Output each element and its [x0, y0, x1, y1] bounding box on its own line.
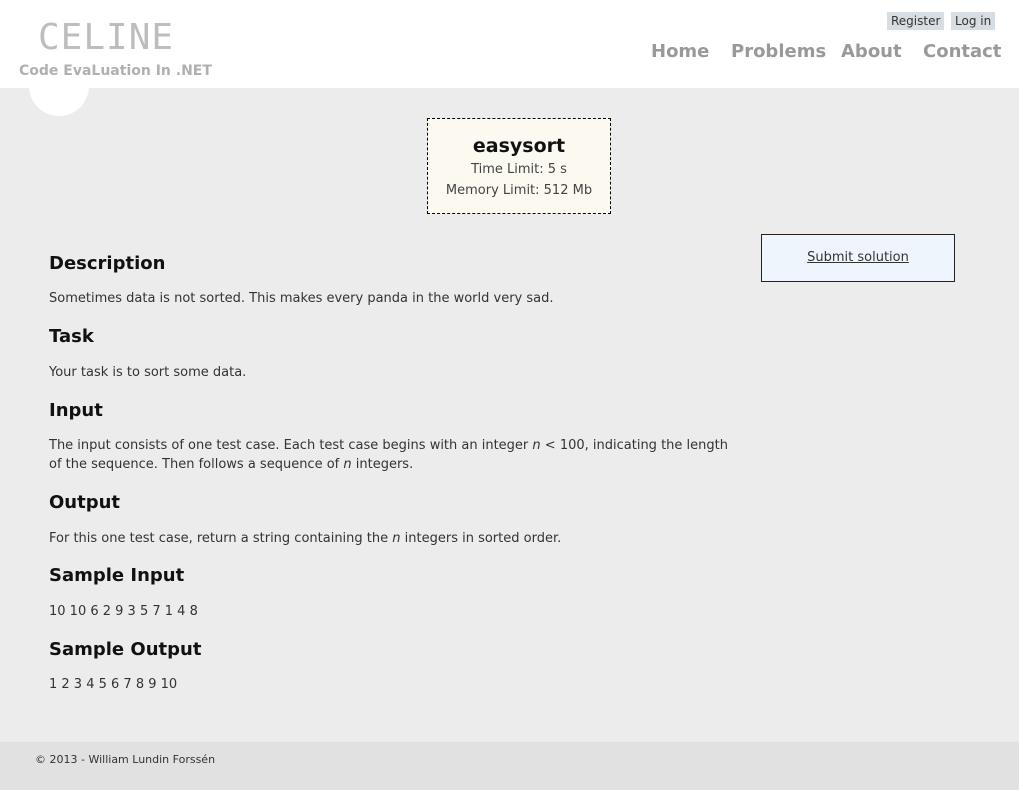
site-logo-title[interactable]: CELINE	[38, 16, 174, 60]
copyright-text: © 2013 - William Lundin Forssén	[35, 753, 216, 766]
memory-limit: Memory Limit: 512 Mb	[445, 183, 593, 198]
site-header: CELINE Code EvaLuation In .NET Register …	[0, 0, 1019, 116]
input-heading: Input	[49, 400, 103, 421]
variable-n: n	[532, 438, 541, 453]
submit-panel: Submit solution	[761, 234, 955, 282]
nav-home[interactable]: Home	[651, 40, 709, 64]
task-text: Your task is to sort some data.	[49, 365, 247, 380]
input-text: The input consists of one test case. Eac…	[49, 438, 728, 472]
variable-n: n	[392, 531, 401, 546]
sample-output-heading: Sample Output	[49, 639, 202, 660]
description-heading: Description	[49, 253, 166, 274]
submit-solution-link[interactable]: Submit solution	[807, 250, 909, 265]
sample-input-heading: Sample Input	[49, 565, 185, 586]
problem-title: easysort	[472, 135, 566, 157]
task-heading: Task	[49, 326, 94, 347]
output-heading: Output	[49, 492, 121, 513]
description-text: Sometimes data is not sorted. This makes…	[49, 291, 554, 306]
time-limit: Time Limit: 5 s	[471, 162, 567, 177]
output-text: For this one test case, return a string …	[49, 531, 562, 546]
login-link[interactable]: Log in	[951, 12, 996, 30]
site-footer: © 2013 - William Lundin Forssén	[0, 742, 1019, 790]
sample-output-text: 1 2 3 4 5 6 7 8 9 10	[49, 677, 178, 692]
problem-info-box: easysort Time Limit: 5 s Memory Limit: 5…	[427, 118, 611, 214]
nav-about[interactable]: About	[841, 40, 902, 64]
sample-input-text: 10 10 6 2 9 3 5 7 1 4 8	[49, 604, 198, 619]
site-logo-subtitle: Code EvaLuation In .NET	[19, 63, 212, 79]
nav-problems[interactable]: Problems	[731, 40, 826, 64]
variable-n: n	[343, 457, 352, 472]
register-link[interactable]: Register	[887, 12, 945, 30]
nav-contact[interactable]: Contact	[923, 40, 1001, 64]
